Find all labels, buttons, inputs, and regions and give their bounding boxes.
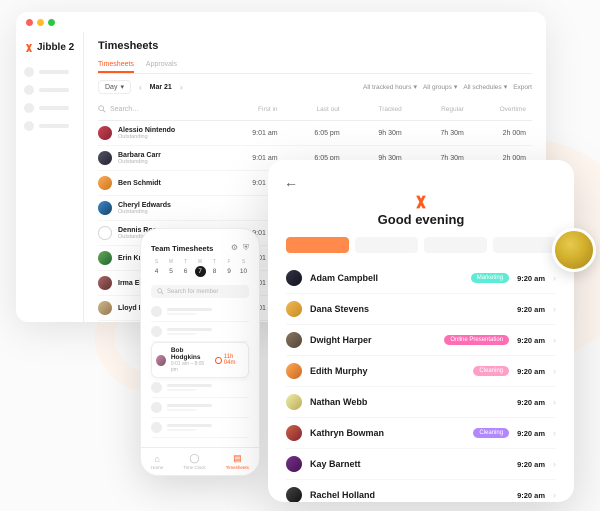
max-dot[interactable] [48, 19, 55, 26]
tab-approvals[interactable]: Approvals [146, 58, 177, 73]
segment-control [268, 237, 574, 253]
avatar [98, 176, 112, 190]
avatar [286, 487, 302, 502]
list-item[interactable] [151, 398, 249, 418]
list-item[interactable] [151, 322, 249, 342]
member-row[interactable]: Dwight HarperOnline Presentation 9:20 am… [286, 325, 556, 356]
floating-avatar [552, 228, 596, 272]
calendar-strip: S4M5T6W7T8F9S10 [141, 257, 259, 281]
avatar [98, 276, 112, 290]
list-item[interactable] [151, 378, 249, 398]
sidebar-item[interactable] [24, 117, 75, 135]
sidebar-item[interactable] [24, 99, 75, 117]
phone-bottom-nav: ⌂Home ◯Time Clock ▤Timesheets [141, 447, 259, 475]
brand-logo: Jibble 2 [24, 40, 75, 63]
avatar [98, 126, 112, 140]
avatar [98, 226, 112, 240]
sidebar-item[interactable] [24, 81, 75, 99]
duration-label: 11h 04m [215, 354, 244, 366]
member-row[interactable]: Kathryn BowmanCleaning 9:20 am› [286, 418, 556, 449]
calendar-day[interactable]: F9 [224, 259, 235, 277]
chevron-right-icon: › [553, 428, 556, 438]
back-button[interactable]: ← [284, 174, 298, 190]
search-input[interactable]: Search… [98, 101, 221, 117]
page-title: Timesheets [98, 40, 532, 52]
chevron-right-icon: › [553, 335, 556, 345]
featured-member[interactable]: Bob Hodgkins 9:01 am – 8:05 pm 11h 04m [151, 342, 249, 378]
avatar [98, 301, 112, 315]
calendar-day[interactable]: S4 [151, 259, 162, 277]
member-row[interactable]: Rachel Holland 9:20 am› [286, 480, 556, 502]
tab-timesheets[interactable]: Timesheets [98, 58, 134, 73]
search-icon [157, 288, 164, 295]
sidebar-item[interactable] [24, 63, 75, 81]
close-dot[interactable] [26, 19, 33, 26]
avatar [98, 201, 112, 215]
chevron-right-icon: › [553, 366, 556, 376]
prev-day[interactable]: ‹ [137, 83, 144, 92]
phone-frame: Team Timesheets ⚙ ⛨ S4M5T6W7T8F9S10 Sear… [140, 228, 260, 476]
avatar [286, 270, 302, 286]
next-day[interactable]: › [178, 83, 185, 92]
avatar [98, 251, 112, 265]
chevron-right-icon: › [553, 397, 556, 407]
calendar-day[interactable]: T6 [180, 259, 191, 277]
phone-search[interactable]: Search for member [151, 285, 249, 298]
avatar [286, 425, 302, 441]
period-select[interactable]: Day▾ [98, 80, 131, 94]
sidebar: Jibble 2 [16, 32, 84, 322]
member-row[interactable]: Nathan Webb 9:20 am› [286, 387, 556, 418]
search-icon [98, 105, 106, 113]
seg-btn[interactable] [493, 237, 556, 253]
chevron-right-icon: › [553, 459, 556, 469]
member-row[interactable]: Adam CampbellMarketing 9:20 am› [286, 263, 556, 294]
filter-schedules[interactable]: All schedules▾ [463, 83, 507, 91]
greeting: Good evening [268, 212, 574, 227]
brand-icon [268, 194, 574, 210]
avatar [98, 151, 112, 165]
avatar [286, 301, 302, 317]
activity-badge: Online Presentation [444, 335, 509, 345]
table-row[interactable]: Alessio NintendoOutstanding 9:01 am6:05 … [98, 121, 532, 146]
avatar [286, 456, 302, 472]
filter-groups[interactable]: All groups▾ [423, 83, 457, 91]
chevron-right-icon: › [553, 273, 556, 283]
filter-icon[interactable]: ⚙ [231, 243, 238, 253]
filter-hours[interactable]: All tracked hours▾ [363, 83, 417, 91]
nav-home[interactable]: ⌂Home [151, 454, 163, 470]
activity-badge: Marketing [471, 273, 509, 283]
export-button[interactable]: Export [513, 84, 532, 91]
date-label: Mar 21 [150, 84, 172, 91]
chevron-right-icon: › [553, 490, 556, 500]
activity-badge: Cleaning [473, 366, 509, 376]
calendar-day[interactable]: M5 [166, 259, 177, 277]
list-item[interactable] [151, 418, 249, 438]
nav-timeclock[interactable]: ◯Time Clock [183, 453, 205, 470]
seg-btn[interactable] [424, 237, 487, 253]
member-row[interactable]: Edith MurphyCleaning 9:20 am› [286, 356, 556, 387]
calendar-day[interactable]: W7 [195, 259, 206, 277]
member-row[interactable]: Dana Stevens 9:20 am› [286, 294, 556, 325]
avatar [286, 394, 302, 410]
activity-badge: Cleaning [473, 428, 509, 438]
min-dot[interactable] [37, 19, 44, 26]
seg-btn[interactable] [355, 237, 418, 253]
calendar-day[interactable]: S10 [238, 259, 249, 277]
avatar [286, 363, 302, 379]
seg-btn[interactable] [286, 237, 349, 253]
tabs: Timesheets Approvals [98, 58, 532, 74]
chevron-right-icon: › [553, 304, 556, 314]
shield-icon[interactable]: ⛨ [243, 243, 249, 253]
avatar [286, 332, 302, 348]
list-item[interactable] [151, 302, 249, 322]
phone-title: Team Timesheets [151, 244, 213, 253]
member-row[interactable]: Kay Barnett 9:20 am› [286, 449, 556, 480]
mac-titlebar [16, 12, 546, 32]
tablet-frame: ← Good evening Adam CampbellMarketing 9:… [268, 160, 574, 502]
calendar-day[interactable]: T8 [209, 259, 220, 277]
nav-timesheets[interactable]: ▤Timesheets [226, 453, 249, 470]
